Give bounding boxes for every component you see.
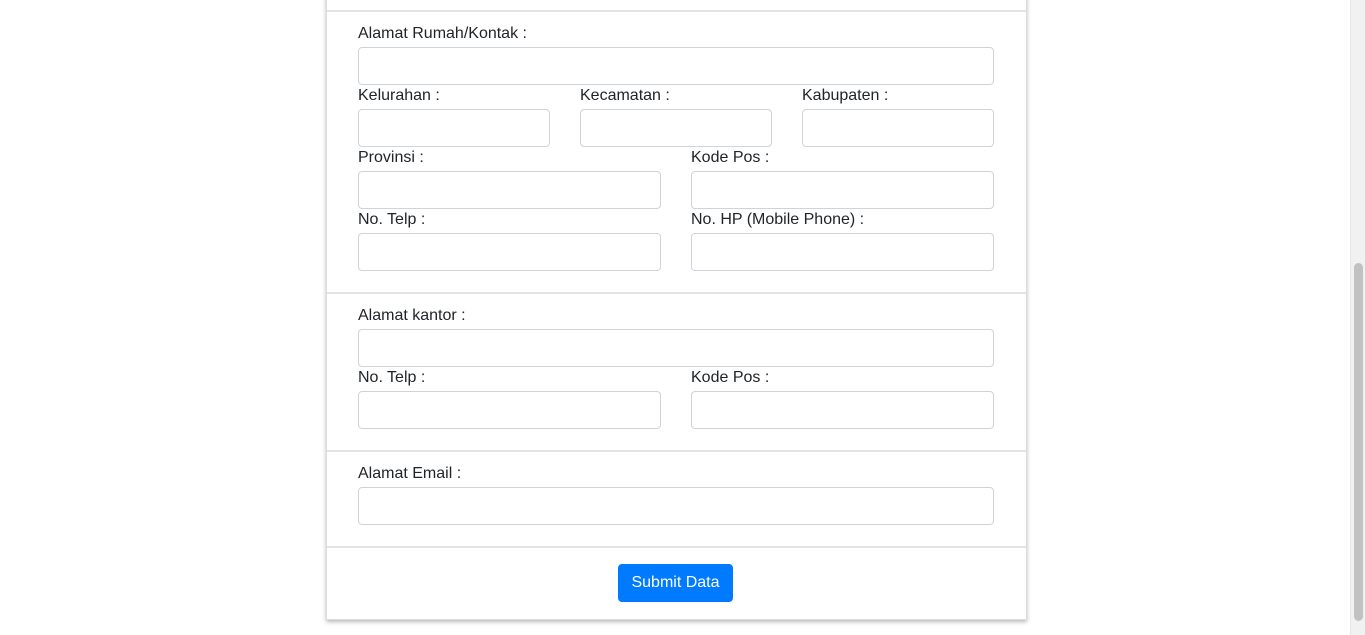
email-label: Alamat Email : <box>358 465 462 482</box>
office-address-input[interactable] <box>358 329 994 367</box>
mobile-phone-input[interactable] <box>691 233 994 271</box>
kabupaten-label: Kabupaten : <box>802 87 889 104</box>
office-kode-pos-label: Kode Pos : <box>691 369 770 386</box>
kabupaten-input[interactable] <box>802 109 994 147</box>
home-telp-input[interactable] <box>358 233 661 271</box>
home-kode-pos-input[interactable] <box>691 171 994 209</box>
home-kode-pos-label: Kode Pos : <box>691 149 770 166</box>
registration-form-card: Alamat Rumah/Kontak : Kelurahan : Kecama… <box>326 0 1027 620</box>
office-telp-label: No. Telp : <box>358 369 426 386</box>
vertical-scrollbar[interactable] <box>1350 0 1365 635</box>
kelurahan-label: Kelurahan : <box>358 87 440 104</box>
previous-section <box>327 0 1026 10</box>
submit-section: Submit Data <box>327 546 1026 621</box>
kecamatan-label: Kecamatan : <box>580 87 670 104</box>
submit-data-button[interactable]: Submit Data <box>618 564 733 602</box>
kelurahan-input[interactable] <box>358 109 550 147</box>
office-telp-input[interactable] <box>358 391 661 429</box>
office-kode-pos-input[interactable] <box>691 391 994 429</box>
provinsi-label: Provinsi : <box>358 149 424 166</box>
kecamatan-input[interactable] <box>580 109 772 147</box>
scrollbar-thumb[interactable] <box>1354 263 1363 621</box>
office-address-section: Alamat kantor : No. Telp : Kode Pos : <box>327 292 1026 450</box>
home-address-section: Alamat Rumah/Kontak : Kelurahan : Kecama… <box>327 10 1026 293</box>
office-address-label: Alamat kantor : <box>358 307 466 324</box>
email-section: Alamat Email : <box>327 450 1026 546</box>
home-address-label: Alamat Rumah/Kontak : <box>358 25 527 42</box>
mobile-phone-label: No. HP (Mobile Phone) : <box>691 211 865 228</box>
home-telp-label: No. Telp : <box>358 211 426 228</box>
home-address-input[interactable] <box>358 47 994 85</box>
email-input[interactable] <box>358 487 994 525</box>
provinsi-input[interactable] <box>358 171 661 209</box>
